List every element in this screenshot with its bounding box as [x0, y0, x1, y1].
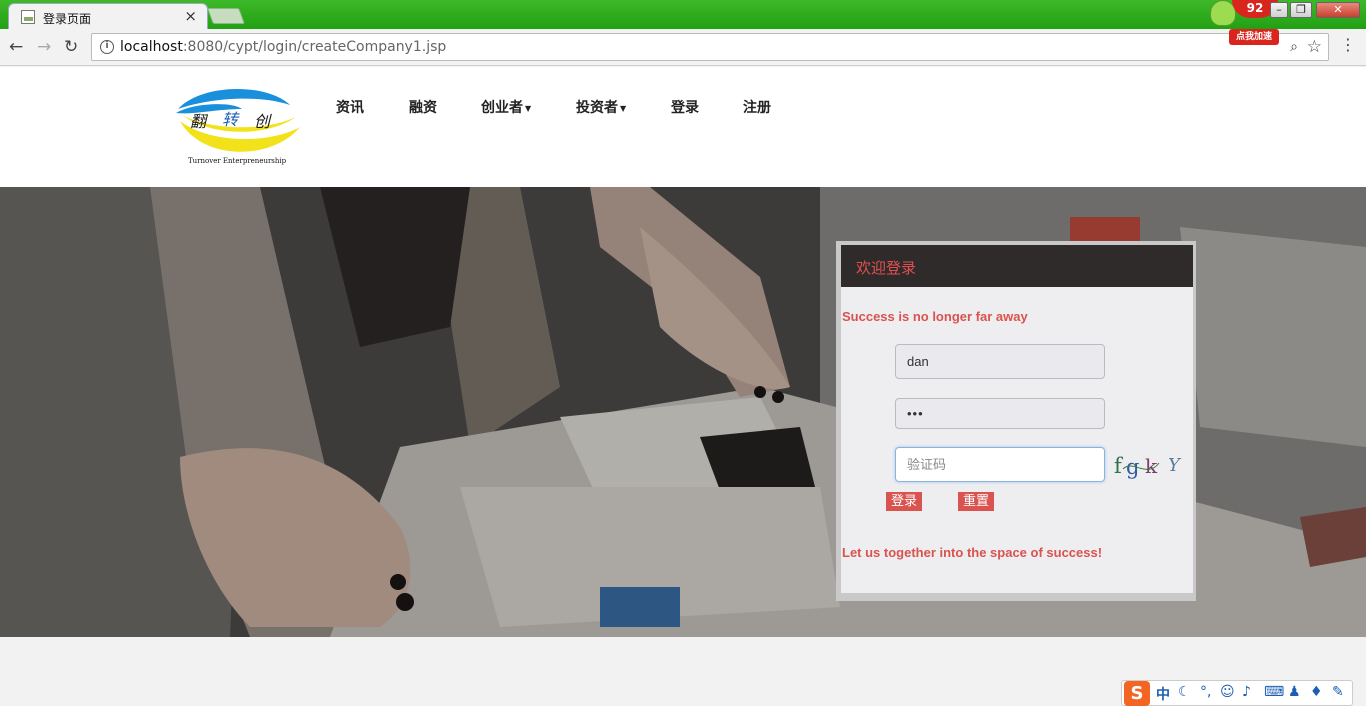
- slogan-top: Success is no longer far away: [842, 309, 1028, 324]
- chevron-down-icon: ▼: [620, 103, 627, 113]
- browser-toolbar: ← → ↻ i localhost:8080/cypt/login/create…: [0, 29, 1366, 66]
- speed-up-tag[interactable]: 点我加速: [1229, 29, 1279, 45]
- tab-close-icon[interactable]: ×: [184, 7, 197, 25]
- ime-toolbar: S 中 ☾ °, ☺ ♪ ⌨ ♟ ♦ ✎: [1121, 680, 1353, 706]
- tab-login-page[interactable]: 登录页面 ×: [8, 3, 208, 30]
- settings-wrench-icon[interactable]: ✎: [1332, 684, 1344, 700]
- zoom-icon[interactable]: ⌕: [1290, 39, 1298, 55]
- page-favicon-icon: [21, 10, 35, 24]
- site-header: 翻 转 创 Turnover Enterpreneurship 资讯 融资 创业…: [0, 67, 1366, 187]
- nav-label: 创业者: [481, 100, 523, 116]
- nav-login[interactable]: 登录: [671, 97, 699, 117]
- chevron-down-icon: ▼: [525, 103, 532, 113]
- nav-investor[interactable]: 投资者 ▼: [576, 97, 626, 117]
- captcha-char-1: f: [1114, 454, 1124, 478]
- menu-icon[interactable]: ⋮: [1340, 35, 1356, 54]
- captcha-image[interactable]: f g k Y: [1113, 451, 1183, 481]
- logo-graphic: 翻 转 创: [176, 88, 300, 152]
- url-text[interactable]: localhost:8080/cypt/login/createCompany1…: [120, 39, 446, 55]
- skin-icon[interactable]: ♦: [1310, 684, 1323, 700]
- reload-icon[interactable]: ↻: [64, 37, 78, 57]
- microphone-icon[interactable]: ♪: [1242, 684, 1251, 700]
- captcha-input[interactable]: [895, 447, 1105, 482]
- tab-title: 登录页面: [43, 12, 92, 26]
- nav-label: 投资者: [576, 100, 618, 116]
- minimize-button[interactable]: –: [1270, 2, 1288, 18]
- slogan-bottom: Let us together into the space of succes…: [842, 545, 1103, 560]
- browser-titlebar: 登录页面 × 92 – ❐ ✕: [0, 0, 1366, 30]
- nav-financing[interactable]: 融资: [409, 97, 437, 117]
- password-input[interactable]: [895, 398, 1105, 429]
- nav-label: 资讯: [336, 100, 364, 116]
- punctuation-icon[interactable]: °,: [1200, 684, 1211, 700]
- keyboard-icon[interactable]: ⌨: [1264, 684, 1284, 700]
- emoji-icon[interactable]: ☺: [1220, 684, 1235, 700]
- nav-news[interactable]: 资讯: [336, 97, 364, 117]
- login-panel-header: 欢迎登录: [841, 245, 1193, 287]
- url-path: :8080/cypt/login/createCompany1.jsp: [182, 39, 447, 55]
- info-icon[interactable]: i: [100, 40, 114, 54]
- user-icon[interactable]: ♟: [1288, 684, 1301, 700]
- moon-icon[interactable]: ☾: [1178, 684, 1191, 700]
- nav-entrepreneur[interactable]: 创业者 ▼: [481, 97, 531, 117]
- sogou-logo-icon[interactable]: S: [1124, 681, 1150, 706]
- site-logo[interactable]: 翻 转 创 Turnover Enterpreneurship: [172, 87, 302, 169]
- reset-button[interactable]: 重置: [958, 492, 995, 511]
- star-icon[interactable]: ☆: [1307, 37, 1322, 57]
- maximize-button[interactable]: ❐: [1290, 2, 1312, 18]
- login-button[interactable]: 登录: [886, 492, 923, 511]
- nav-register[interactable]: 注册: [743, 97, 771, 117]
- username-input[interactable]: [895, 344, 1105, 379]
- logo-char-2: 转: [222, 110, 240, 129]
- close-window-button[interactable]: ✕: [1316, 2, 1360, 18]
- logo-char-3: 创: [254, 112, 272, 131]
- nav-label: 融资: [409, 100, 437, 116]
- nav-label: 登录: [671, 100, 699, 116]
- forward-icon[interactable]: →: [37, 37, 51, 57]
- back-icon[interactable]: ←: [9, 37, 23, 57]
- nav-label: 注册: [743, 100, 771, 116]
- chinese-mode-icon[interactable]: 中: [1156, 684, 1170, 704]
- logo-char-1: 翻: [190, 112, 209, 131]
- url-host: localhost: [120, 39, 183, 55]
- logo-tagline: Turnover Enterpreneurship: [188, 157, 287, 165]
- captcha-char-4: Y: [1168, 455, 1182, 476]
- login-heading: 欢迎登录: [856, 259, 917, 277]
- new-tab-button[interactable]: [207, 8, 245, 24]
- address-bar[interactable]: i localhost:8080/cypt/login/createCompan…: [91, 33, 1329, 61]
